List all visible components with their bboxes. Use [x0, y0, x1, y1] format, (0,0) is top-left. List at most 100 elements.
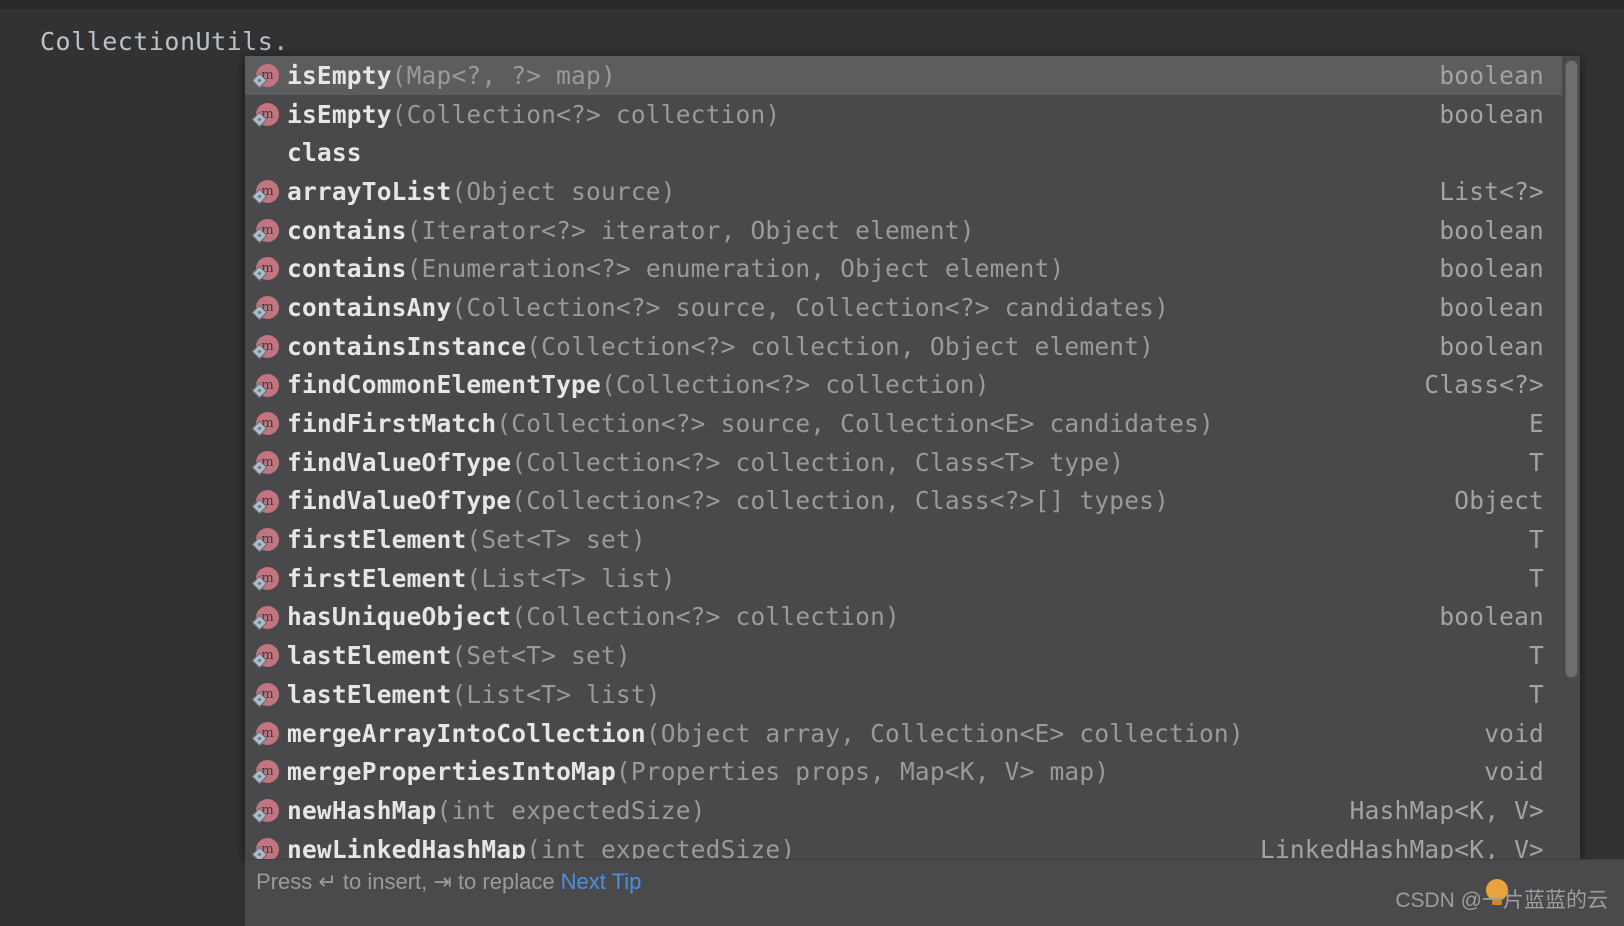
- completion-item[interactable]: m firstElement(List<T> list) T: [245, 559, 1562, 598]
- completion-item-params: (Map<?, ?> map): [391, 60, 616, 90]
- method-icon: m: [251, 644, 279, 669]
- completion-item[interactable]: m findValueOfType(Collection<?> collectio…: [245, 443, 1562, 482]
- completion-item-return-type: LinkedHashMap<K, V>: [1259, 834, 1544, 859]
- completion-item-signature: class: [287, 138, 362, 167]
- completion-item-params: (Iterator<?> iterator, Object element): [406, 215, 975, 245]
- completion-item[interactable]: m findValueOfType(Collection<?> collectio…: [245, 482, 1562, 521]
- completion-item-params: (Object array, Collection<E> collection): [645, 718, 1244, 748]
- completion-item-signature: findCommonElementType(Collection<?> coll…: [287, 370, 990, 399]
- completion-item[interactable]: m contains(Iterator<?> iterator, Object e…: [245, 211, 1562, 250]
- completion-item-name: contains: [287, 254, 407, 284]
- method-icon: m: [251, 605, 279, 630]
- method-static-icon: m: [251, 56, 287, 95]
- completion-item[interactable]: m lastElement(Set<T> set) T: [245, 636, 1562, 675]
- completion-item-signature: isEmpty(Map<?, ?> map): [287, 61, 616, 90]
- completion-item-return-type: Class<?>: [1424, 370, 1544, 400]
- completion-item-return-type: T: [1529, 641, 1544, 671]
- completion-item-name: containsAny: [287, 292, 452, 322]
- completion-item-params: (Set<T> set): [466, 525, 646, 555]
- completion-item-return-type: List<?>: [1439, 176, 1544, 206]
- icon-slot-empty: [251, 133, 287, 172]
- method-static-icon: m: [251, 366, 287, 405]
- completion-item[interactable]: m hasUniqueObject(Collection<?> collectio…: [245, 598, 1562, 637]
- completion-item[interactable]: m mergeArrayIntoCollection(Object array, …: [245, 714, 1562, 753]
- method-static-icon: m: [251, 404, 287, 443]
- next-tip-link[interactable]: Next Tip: [561, 869, 642, 894]
- vertical-scrollbar[interactable]: [1562, 56, 1580, 859]
- completion-item-name: lastElement: [287, 641, 452, 671]
- completion-item-signature: firstElement(List<T> list): [287, 564, 676, 593]
- editor-code-line[interactable]: CollectionUtils.: [40, 27, 289, 56]
- code-completion-popup[interactable]: m isEmpty(Map<?, ?> map) boolean m isEmpty(C…: [245, 56, 1580, 859]
- completion-item-name: mergePropertiesIntoMap: [287, 757, 616, 787]
- completion-item-name: arrayToList: [287, 176, 452, 206]
- completion-item-params: (Collection<?> collection, Class<?>[] ty…: [511, 486, 1170, 516]
- completion-item-return-type: boolean: [1439, 254, 1544, 284]
- completion-item-signature: contains(Iterator<?> iterator, Object el…: [287, 216, 975, 245]
- completion-item-name: findValueOfType: [287, 486, 512, 516]
- method-icon: m: [251, 64, 279, 89]
- completion-item-params: (List<T> list): [466, 563, 676, 593]
- completion-item[interactable]: m lastElement(List<T> list) T: [245, 675, 1562, 714]
- completion-hint-text: Press ↵ to insert, ⇥ to replace Next Tip: [256, 869, 641, 895]
- completion-item-params: (List<T> list): [451, 679, 661, 709]
- method-icon: m: [251, 566, 279, 592]
- method-static-icon: m: [251, 327, 287, 366]
- completion-item-signature: firstElement(Set<T> set): [287, 525, 646, 554]
- completion-item-return-type: T: [1529, 525, 1544, 555]
- completion-item-name: hasUniqueObject: [287, 602, 512, 632]
- completion-item[interactable]: m contains(Enumeration<?> enumeration, Ob…: [245, 249, 1562, 288]
- method-static-icon: m: [251, 211, 287, 250]
- completion-item-signature: arrayToList(Object source): [287, 177, 676, 206]
- method-static-icon: m: [251, 443, 287, 482]
- completion-item-params: (Properties props, Map<K, V> map): [615, 757, 1110, 787]
- method-icon: m: [251, 683, 279, 708]
- completion-item[interactable]: m isEmpty(Map<?, ?> map) boolean: [245, 56, 1562, 95]
- completion-item[interactable]: m firstElement(Set<T> set) T: [245, 520, 1562, 559]
- tab-key-icon: ⇥: [433, 870, 452, 895]
- method-static-icon: m: [251, 249, 287, 288]
- completion-item[interactable]: m arrayToList(Object source) List<?>: [245, 172, 1562, 211]
- method-icon: m: [251, 373, 279, 398]
- completion-item[interactable]: m findFirstMatch(Collection<?> source, Co…: [245, 404, 1562, 443]
- completion-item-signature: hasUniqueObject(Collection<?> collection…: [287, 602, 900, 631]
- hint-prefix: Press: [256, 869, 319, 894]
- method-icon: m: [251, 218, 279, 244]
- completion-item-return-type: T: [1529, 447, 1544, 477]
- completion-item[interactable]: m newHashMap(int expectedSize) HashMap<K, …: [245, 791, 1562, 830]
- completion-item-return-type: boolean: [1439, 215, 1544, 245]
- completion-item-return-type: boolean: [1439, 99, 1544, 129]
- completion-item-name: firstElement: [287, 525, 467, 555]
- method-static-icon: m: [251, 598, 287, 637]
- method-static-icon: m: [251, 520, 287, 559]
- enter-key-icon: ↵: [318, 870, 337, 895]
- completion-item-signature: containsAny(Collection<?> source, Collec…: [287, 293, 1169, 322]
- completion-item-signature: contains(Enumeration<?> enumeration, Obj…: [287, 254, 1064, 283]
- method-static-icon: m: [251, 95, 287, 134]
- method-icon: m: [251, 450, 279, 476]
- method-static-icon: m: [251, 559, 287, 598]
- completion-item-params: (int expectedSize): [526, 834, 796, 859]
- completion-item-name: containsInstance: [287, 331, 527, 361]
- hint-suffix: to replace: [451, 869, 561, 894]
- completion-item[interactable]: m mergePropertiesIntoMap(Properties props…: [245, 752, 1562, 791]
- completion-item[interactable]: m newLinkedHashMap(int expectedSize) Linke…: [245, 830, 1562, 859]
- completion-item[interactable]: m containsAny(Collection<?> source, Colle…: [245, 288, 1562, 327]
- completion-item-list[interactable]: m isEmpty(Map<?, ?> map) boolean m isEmpty(C…: [245, 56, 1562, 859]
- completion-item-return-type: void: [1484, 757, 1544, 787]
- method-icon: m: [251, 412, 279, 437]
- completion-item-params: (Set<T> set): [451, 641, 631, 671]
- scrollbar-thumb[interactable]: [1565, 60, 1578, 678]
- completion-item[interactable]: m isEmpty(Collection<?> collection) boolea…: [245, 95, 1562, 134]
- completion-item[interactable]: m findCommonElementType(Collection<?> col…: [245, 366, 1562, 405]
- method-icon: m: [251, 837, 279, 859]
- method-static-icon: m: [251, 830, 287, 859]
- completion-item[interactable]: m containsInstance(Collection<?> collecti…: [245, 327, 1562, 366]
- completion-item-params: (Collection<?> collection, Class<T> type…: [511, 447, 1125, 477]
- completion-item-name: newLinkedHashMap: [287, 834, 527, 859]
- completion-item-name: findCommonElementType: [287, 370, 601, 400]
- method-icon: m: [251, 257, 279, 282]
- completion-item[interactable]: class: [245, 133, 1562, 172]
- completion-item-name: lastElement: [287, 679, 452, 709]
- completion-item-params: (int expectedSize): [436, 795, 706, 825]
